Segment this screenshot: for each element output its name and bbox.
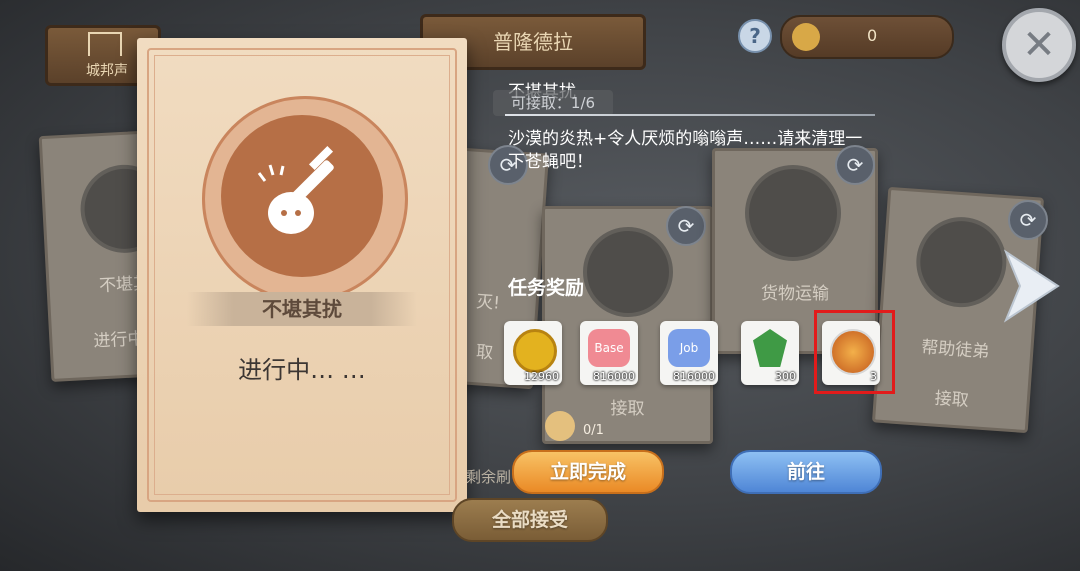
quest-card-status: 进行中… …: [238, 356, 366, 384]
help-button[interactable]: ?: [738, 19, 772, 53]
next-arrow-button[interactable]: [1000, 248, 1062, 324]
reward-slot[interactable]: 12960: [504, 321, 562, 385]
quest-card-status: 接取: [934, 388, 970, 411]
reward-count: 300: [775, 370, 796, 383]
green-crest-icon: [753, 329, 787, 367]
reward-slot[interactable]: Base 816000: [580, 321, 638, 385]
reward-slot[interactable]: Job 816000: [660, 321, 718, 385]
quest-card-title: 不堪其扰: [187, 292, 417, 326]
fly-sword-icon: [257, 145, 334, 234]
selected-quest-card: 不堪其扰 进行中… …: [137, 38, 467, 512]
complete-now-button[interactable]: 立即完成: [512, 450, 664, 494]
hand-icon: [745, 165, 841, 261]
base-exp-icon: Base: [588, 329, 630, 367]
reward-highlight-box: [814, 310, 895, 394]
quest-card-title: 帮助徒弟: [920, 337, 990, 363]
chat-icon: [583, 227, 673, 317]
question-icon: ?: [749, 24, 761, 48]
city-label: 城邦声: [86, 63, 128, 79]
refresh-icon[interactable]: ⟳: [1008, 200, 1048, 240]
close-button[interactable]: ✕: [1002, 8, 1076, 82]
chat-icon: [913, 214, 1010, 311]
reward-count: 816000: [593, 370, 635, 383]
carrot-item-icon: [545, 411, 575, 441]
location-name: 普隆德拉: [493, 30, 573, 54]
reward-count: 12960: [524, 370, 559, 383]
carrot-coin-icon: [792, 23, 820, 51]
close-icon: ✕: [1022, 22, 1056, 68]
title-divider: [505, 114, 875, 116]
refresh-icon[interactable]: ⟳: [666, 206, 706, 246]
coin-count: 0: [867, 26, 878, 45]
rewards-heading: 任务奖励: [508, 277, 585, 299]
quest-icon-circle: [221, 115, 383, 277]
job-exp-icon: Job: [668, 329, 710, 367]
go-to-button[interactable]: 前往: [730, 450, 882, 494]
currency-display: 0: [780, 15, 954, 59]
quest-card-title: 货物运输: [761, 284, 829, 304]
quest-description: 沙漠的炎热+令人厌烦的嗡嗡声……请来清理一下苍蝇吧！: [508, 129, 863, 172]
castle-icon: [88, 32, 122, 56]
refresh-remaining-label: 剩余刷: [466, 468, 512, 486]
zeny-coin-icon: [513, 329, 557, 373]
reward-slot[interactable]: 300: [741, 321, 799, 385]
arrow-right-icon: [1003, 249, 1060, 323]
reward-count: 816000: [673, 370, 715, 383]
accept-all-button[interactable]: 全部接受: [452, 498, 608, 542]
accept-count: 可接取：1/6: [493, 90, 613, 116]
item-progress: 0/1: [583, 423, 604, 438]
